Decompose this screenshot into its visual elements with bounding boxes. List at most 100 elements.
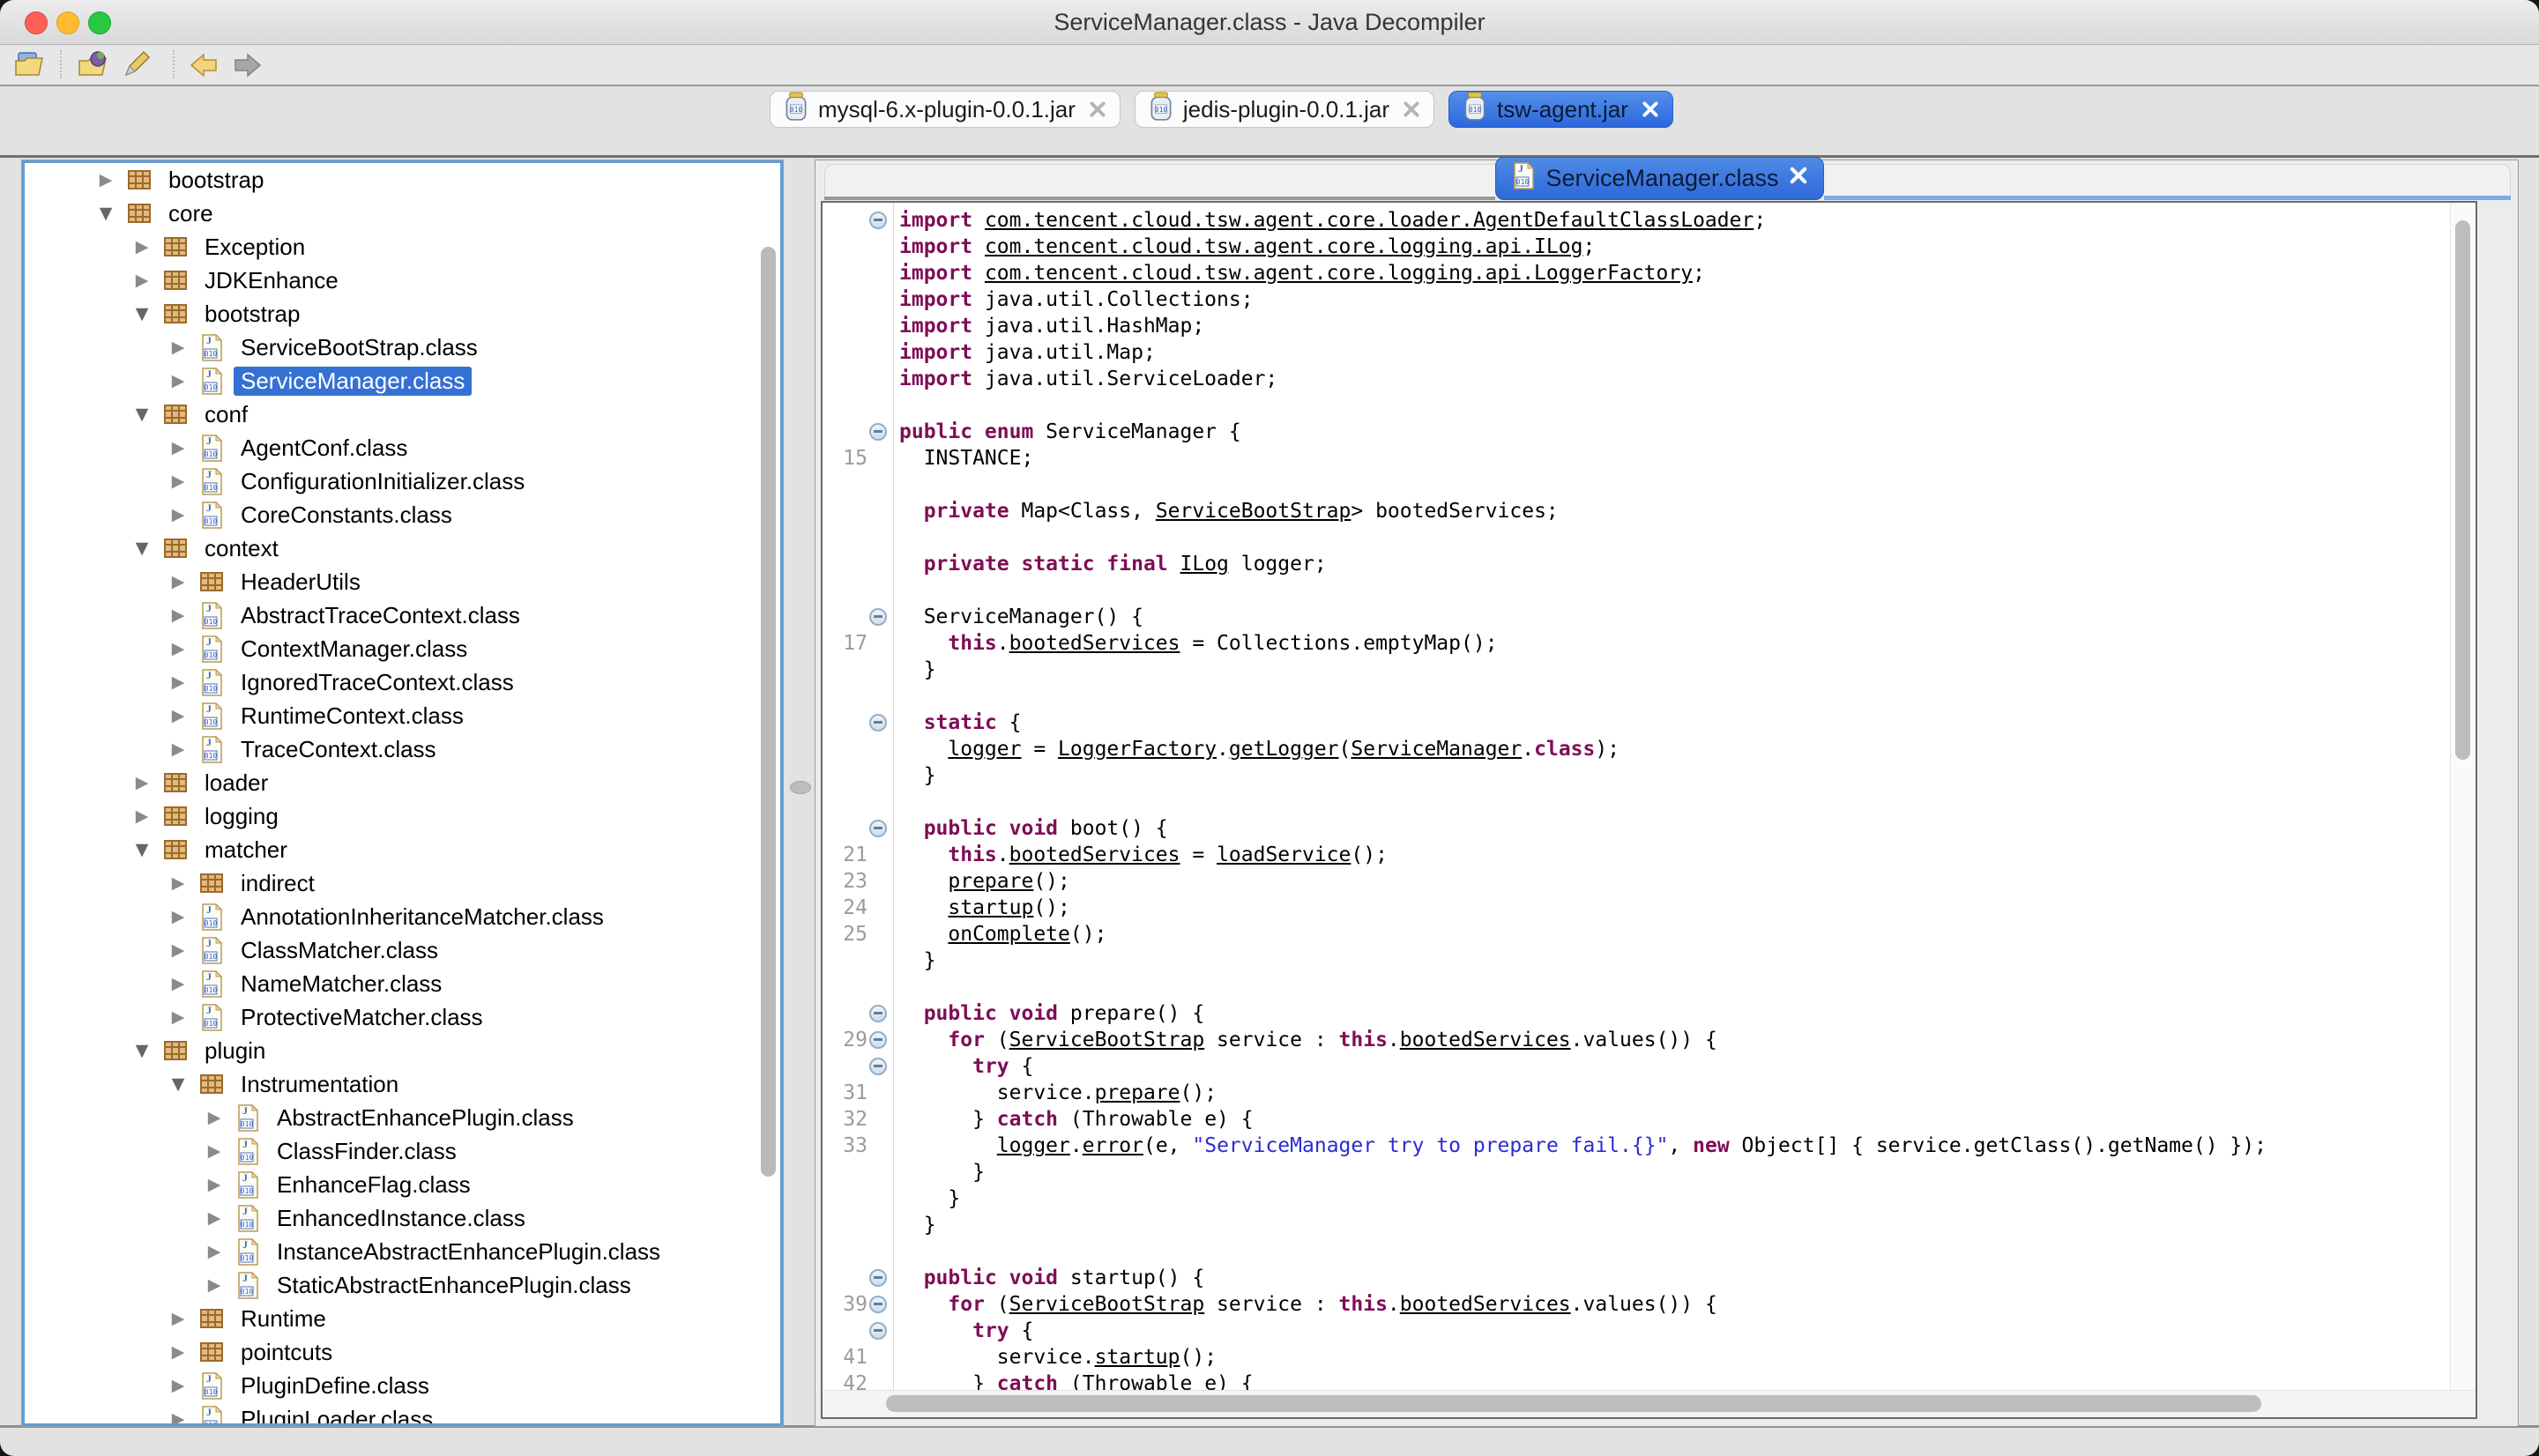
tree-item-bootstrap[interactable]: ▶ bootstrap <box>25 163 780 197</box>
chevron-right-icon[interactable]: ▶ <box>165 974 191 993</box>
tree-item-ServiceBootStrap.class[interactable]: ▶ J 010ServiceBootStrap.class <box>25 331 780 364</box>
chevron-down-icon[interactable]: ▼ <box>165 1074 191 1094</box>
tree-item-PluginLoader.class[interactable]: ▶ J 010PluginLoader.class <box>25 1402 780 1426</box>
tree-item-ContextManager.class[interactable]: ▶ J 010ContextManager.class <box>25 632 780 665</box>
jar-tab-tsw-agent.jar[interactable]: 010tsw-agent.jar <box>1448 91 1673 128</box>
chevron-down-icon[interactable]: ▼ <box>129 840 155 859</box>
chevron-right-icon[interactable]: ▶ <box>165 873 191 893</box>
tree-item-core[interactable]: ▼ core <box>25 197 780 230</box>
collapse-icon[interactable] <box>869 423 887 441</box>
tree-item-pointcuts[interactable]: ▶ pointcuts <box>25 1335 780 1369</box>
chevron-right-icon[interactable]: ▶ <box>201 1242 227 1261</box>
tree-item-context[interactable]: ▼ context <box>25 531 780 565</box>
chevron-right-icon[interactable]: ▶ <box>165 672 191 692</box>
back-icon[interactable] <box>187 48 222 83</box>
tab-close-icon[interactable] <box>1402 100 1421 119</box>
tree-item-InstanceAbstractEnhancePlugin.class[interactable]: ▶ J 010InstanceAbstractEnhancePlugin.cla… <box>25 1235 780 1268</box>
tree-item-EnhancedInstance.class[interactable]: ▶ J 010EnhancedInstance.class <box>25 1201 780 1235</box>
tree-item-conf[interactable]: ▼ conf <box>25 397 780 431</box>
chevron-right-icon[interactable]: ▶ <box>165 572 191 591</box>
chevron-right-icon[interactable]: ▶ <box>165 472 191 491</box>
chevron-right-icon[interactable]: ▶ <box>129 806 155 826</box>
tree-item-StaticAbstractEnhancePlugin.class[interactable]: ▶ J 010StaticAbstractEnhancePlugin.class <box>25 1268 780 1302</box>
split-divider-handle[interactable] <box>790 781 811 794</box>
tree-item-EnhanceFlag.class[interactable]: ▶ J 010EnhanceFlag.class <box>25 1168 780 1201</box>
search-pen-icon[interactable] <box>118 48 153 83</box>
tree-item-TraceContext.class[interactable]: ▶ J 010TraceContext.class <box>25 732 780 766</box>
open-jar-icon[interactable] <box>76 48 111 83</box>
tree-item-RuntimeContext.class[interactable]: ▶ J 010RuntimeContext.class <box>25 699 780 732</box>
chevron-down-icon[interactable]: ▼ <box>129 539 155 558</box>
collapse-icon[interactable] <box>869 820 887 837</box>
tree-item-AbstractEnhancePlugin.class[interactable]: ▶ J 010AbstractEnhancePlugin.class <box>25 1101 780 1134</box>
chevron-right-icon[interactable]: ▶ <box>165 706 191 725</box>
collapse-icon[interactable] <box>869 608 887 626</box>
chevron-right-icon[interactable]: ▶ <box>201 1141 227 1161</box>
tree-item-logging[interactable]: ▶ logging <box>25 799 780 833</box>
chevron-right-icon[interactable]: ▶ <box>129 237 155 256</box>
editor-tab-close-icon[interactable] <box>1788 165 1809 192</box>
tree-item-CoreConstants.class[interactable]: ▶ J 010CoreConstants.class <box>25 498 780 531</box>
code-area[interactable]: import com.tencent.cloud.tsw.agent.core.… <box>894 203 2451 1391</box>
tree-item-PluginDefine.class[interactable]: ▶ J 010PluginDefine.class <box>25 1369 780 1402</box>
chevron-right-icon[interactable]: ▶ <box>129 773 155 792</box>
chevron-right-icon[interactable]: ▶ <box>165 940 191 960</box>
tree-item-ProtectiveMatcher.class[interactable]: ▶ J 010ProtectiveMatcher.class <box>25 1000 780 1034</box>
tree-item-plugin[interactable]: ▼ plugin <box>25 1034 780 1067</box>
collapse-icon[interactable] <box>869 1031 887 1049</box>
chevron-right-icon[interactable]: ▶ <box>165 438 191 457</box>
chevron-right-icon[interactable]: ▶ <box>93 170 119 189</box>
tree-item-AgentConf.class[interactable]: ▶ J 010AgentConf.class <box>25 431 780 464</box>
collapse-icon[interactable] <box>869 1269 887 1287</box>
tree-scrollbar-thumb[interactable] <box>761 247 776 1177</box>
chevron-down-icon[interactable]: ▼ <box>129 405 155 424</box>
tree-item-Instrumentation[interactable]: ▼ Instrumentation <box>25 1067 780 1101</box>
chevron-right-icon[interactable]: ▶ <box>165 907 191 926</box>
collapse-icon[interactable] <box>869 1058 887 1075</box>
editor-vscrollbar-thumb[interactable] <box>2455 220 2470 760</box>
tree-item-ClassMatcher.class[interactable]: ▶ J 010ClassMatcher.class <box>25 933 780 967</box>
chevron-right-icon[interactable]: ▶ <box>165 338 191 357</box>
tree-item-ConfigurationInitializer.class[interactable]: ▶ J 010ConfigurationInitializer.class <box>25 464 780 498</box>
tree-item-AbstractTraceContext.class[interactable]: ▶ J 010AbstractTraceContext.class <box>25 598 780 632</box>
tree-item-NameMatcher.class[interactable]: ▶ J 010NameMatcher.class <box>25 967 780 1000</box>
tree-item-matcher[interactable]: ▼ matcher <box>25 833 780 866</box>
chevron-right-icon[interactable]: ▶ <box>201 1175 227 1194</box>
tree-item-loader[interactable]: ▶ loader <box>25 766 780 799</box>
tab-close-icon[interactable] <box>1641 100 1660 119</box>
tree-item-bootstrap[interactable]: ▼ bootstrap <box>25 297 780 331</box>
chevron-down-icon[interactable]: ▼ <box>129 1041 155 1060</box>
chevron-right-icon[interactable]: ▶ <box>129 271 155 290</box>
tree-item-HeaderUtils[interactable]: ▶ HeaderUtils <box>25 565 780 598</box>
chevron-right-icon[interactable]: ▶ <box>165 371 191 390</box>
tree-item-Exception[interactable]: ▶ Exception <box>25 230 780 264</box>
collapse-icon[interactable] <box>869 1005 887 1022</box>
chevron-right-icon[interactable]: ▶ <box>165 739 191 759</box>
collapse-icon[interactable] <box>869 1296 887 1313</box>
chevron-right-icon[interactable]: ▶ <box>165 1342 191 1362</box>
chevron-right-icon[interactable]: ▶ <box>201 1108 227 1127</box>
forward-icon[interactable] <box>229 48 264 83</box>
tree-item-IgnoredTraceContext.class[interactable]: ▶ J 010IgnoredTraceContext.class <box>25 665 780 699</box>
chevron-right-icon[interactable]: ▶ <box>165 505 191 524</box>
tree-item-AnnotationInheritanceMatcher.class[interactable]: ▶ J 010AnnotationInheritanceMatcher.clas… <box>25 900 780 933</box>
tree-item-Runtime[interactable]: ▶ Runtime <box>25 1302 780 1335</box>
chevron-right-icon[interactable]: ▶ <box>165 1309 191 1328</box>
chevron-down-icon[interactable]: ▼ <box>93 204 119 223</box>
chevron-right-icon[interactable]: ▶ <box>165 1376 191 1395</box>
tab-close-icon[interactable] <box>1088 100 1107 119</box>
tree-item-JDKEnhance[interactable]: ▶ JDKEnhance <box>25 264 780 297</box>
editor-hscrollbar-thumb[interactable] <box>886 1395 2261 1412</box>
collapse-icon[interactable] <box>869 1322 887 1340</box>
editor-tab-servicemanager[interactable]: J 010 ServiceManager.class <box>1495 157 1824 200</box>
tree-item-ClassFinder.class[interactable]: ▶ J 010ClassFinder.class <box>25 1134 780 1168</box>
tree-item-ServiceManager.class[interactable]: ▶ J 010ServiceManager.class <box>25 364 780 397</box>
open-file-icon[interactable] <box>12 48 48 83</box>
collapse-icon[interactable] <box>869 212 887 229</box>
chevron-right-icon[interactable]: ▶ <box>165 605 191 625</box>
chevron-down-icon[interactable]: ▼ <box>129 304 155 323</box>
jar-tab-mysql-6.x-plugin-0.0.1.jar[interactable]: 010mysql-6.x-plugin-0.0.1.jar <box>770 91 1121 128</box>
chevron-right-icon[interactable]: ▶ <box>165 1007 191 1027</box>
jar-tab-jedis-plugin-0.0.1.jar[interactable]: 010jedis-plugin-0.0.1.jar <box>1135 91 1434 128</box>
chevron-right-icon[interactable]: ▶ <box>165 1409 191 1426</box>
